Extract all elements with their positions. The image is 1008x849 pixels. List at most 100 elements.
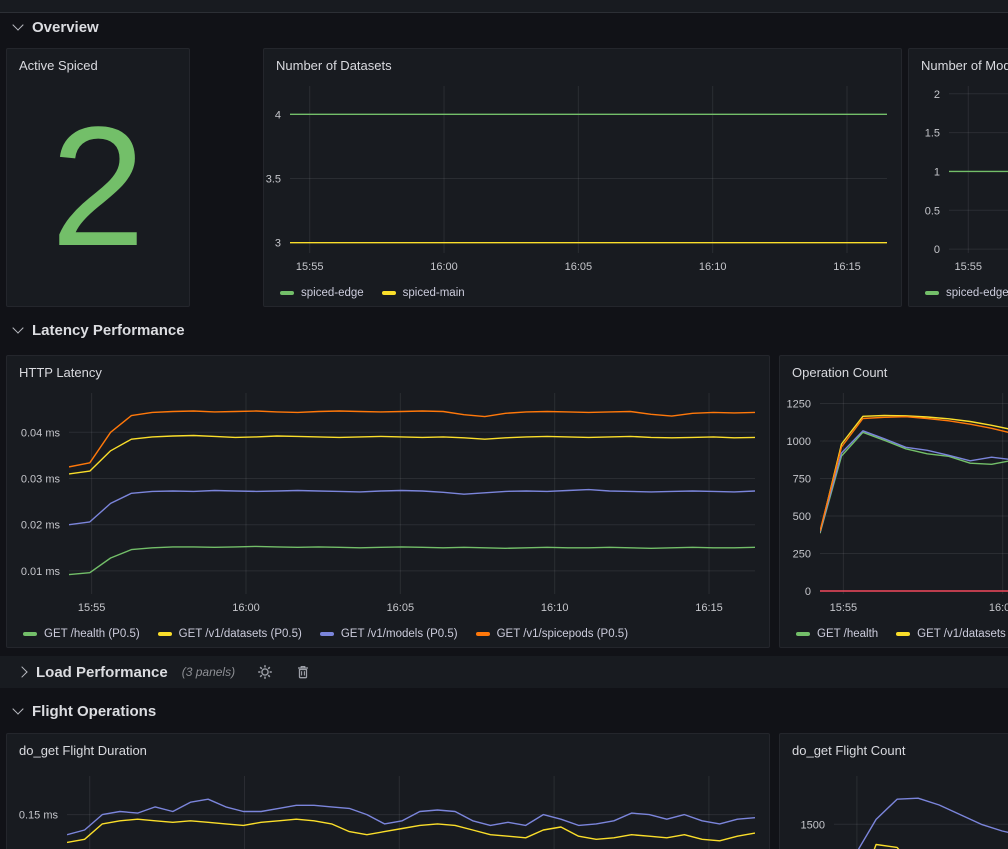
- line-chart[interactable]: 0.15 ms15:5516:0016:0516:1016:15: [7, 770, 769, 849]
- legend-swatch: [796, 632, 810, 636]
- legend-item[interactable]: GET /health (P0.5): [23, 628, 140, 640]
- series-line[interactable]: [69, 411, 755, 467]
- chart-legend: GET /health (P0.5) GET /v1/datasets (P0.5…: [7, 625, 769, 647]
- gear-icon[interactable]: [257, 664, 273, 680]
- series-line[interactable]: [67, 819, 755, 842]
- series-line[interactable]: [69, 489, 755, 524]
- series-line[interactable]: [69, 546, 755, 574]
- y-axis-tick-label: 250: [793, 548, 811, 560]
- y-axis-tick-label: 2: [934, 89, 940, 101]
- panel-http-latency: HTTP Latency 0.01 ms0.02 ms0.03 ms0.04 m…: [6, 355, 770, 648]
- chevron-down-icon: [12, 322, 23, 333]
- legend-label: spiced-edge: [301, 287, 364, 299]
- legend-item[interactable]: GET /health: [796, 628, 878, 640]
- series-line[interactable]: [834, 798, 1008, 849]
- y-axis-tick-label: 0.5: [925, 205, 940, 217]
- legend-item[interactable]: spiced-edge: [280, 287, 364, 299]
- legend-item[interactable]: GET /v1/datasets: [896, 628, 1006, 640]
- series-line[interactable]: [69, 435, 755, 473]
- section-header-overview[interactable]: Overview: [12, 16, 99, 38]
- line-chart[interactable]: 00.511.5215:5516:0016:0516:1016:15: [909, 80, 1008, 279]
- y-axis-tick-label: 0.03 ms: [21, 473, 61, 485]
- section-title: Load Performance: [36, 664, 168, 681]
- legend-swatch: [158, 632, 172, 636]
- x-axis-tick-label: 16:10: [699, 261, 727, 273]
- y-axis-tick-label: 750: [793, 473, 811, 485]
- x-axis-tick-label: 16:15: [695, 602, 723, 614]
- series-line[interactable]: [820, 431, 1008, 532]
- grafana-dashboard: Overview Active Spiced 2 Number of Datas…: [0, 0, 1008, 849]
- legend-swatch: [476, 632, 490, 636]
- y-axis-tick-label: 1: [934, 166, 940, 178]
- legend-swatch: [896, 632, 910, 636]
- chevron-down-icon: [12, 703, 23, 714]
- legend-item[interactable]: spiced-edge: [925, 287, 1008, 299]
- x-axis-tick-label: 16:00: [989, 602, 1008, 614]
- x-axis-tick-label: 16:05: [387, 602, 415, 614]
- y-axis-tick-label: 0: [934, 244, 940, 256]
- legend-label: GET /v1/datasets (P0.5): [179, 628, 302, 640]
- panel-title[interactable]: do_get Flight Count: [780, 734, 1008, 770]
- y-axis-tick-label: 0.15 ms: [19, 810, 59, 822]
- section-header-load-performance[interactable]: Load Performance (3 panels): [0, 656, 1008, 688]
- x-axis-tick-label: 16:00: [430, 261, 458, 273]
- line-chart[interactable]: 02505007501000125015:5516:0016:0516:1016…: [780, 387, 1008, 620]
- x-axis-tick-label: 15:55: [296, 261, 324, 273]
- x-axis-tick-label: 15:55: [830, 602, 858, 614]
- legend-label: GET /v1/datasets: [917, 628, 1006, 640]
- y-axis-tick-label: 0.02 ms: [21, 520, 61, 532]
- panel-title[interactable]: Operation Count: [780, 356, 1008, 387]
- x-axis-tick-label: 15:55: [955, 261, 983, 273]
- legend-swatch: [925, 291, 939, 295]
- section-title: Flight Operations: [32, 703, 156, 720]
- panel-title[interactable]: Active Spiced: [7, 49, 189, 85]
- x-axis-tick-label: 16:15: [833, 261, 861, 273]
- x-axis-tick-label: 15:55: [78, 602, 106, 614]
- panel-operation-count: Operation Count 02505007501000125015:551…: [779, 355, 1008, 648]
- series-line[interactable]: [820, 417, 1008, 531]
- chevron-down-icon: [12, 19, 23, 30]
- legend-label: GET /health: [817, 628, 878, 640]
- panel-count-label: (3 panels): [182, 665, 235, 679]
- legend-label: GET /v1/models (P0.5): [341, 628, 458, 640]
- panel-title[interactable]: Number of Datasets: [264, 49, 901, 80]
- section-header-flight-operations[interactable]: Flight Operations: [12, 700, 156, 722]
- legend-swatch: [320, 632, 334, 636]
- line-chart[interactable]: 0.01 ms0.02 ms0.03 ms0.04 ms15:5516:0016…: [7, 387, 769, 620]
- y-axis-tick-label: 500: [793, 511, 811, 523]
- series-line[interactable]: [820, 432, 1008, 533]
- x-axis-tick-label: 16:00: [232, 602, 260, 614]
- chart-legend: GET /health GET /v1/datasets: [780, 625, 1008, 647]
- panel-title[interactable]: HTTP Latency: [7, 356, 769, 387]
- line-chart[interactable]: 150015:5516:0016:0516:1016:15: [780, 770, 1008, 849]
- legend-item[interactable]: GET /v1/datasets (P0.5): [158, 628, 302, 640]
- trash-icon[interactable]: [295, 664, 311, 680]
- section-title: Latency Performance: [32, 322, 185, 339]
- y-axis-tick-label: 1000: [787, 436, 811, 448]
- section-title: Overview: [32, 19, 99, 36]
- legend-swatch: [23, 632, 37, 636]
- legend-item[interactable]: GET /v1/spicepods (P0.5): [476, 628, 628, 640]
- legend-swatch: [280, 291, 294, 295]
- series-line[interactable]: [67, 799, 755, 835]
- top-toolbar-edge: [0, 0, 1008, 13]
- panel-title[interactable]: do_get Flight Duration: [7, 734, 769, 770]
- legend-label: GET /v1/spicepods (P0.5): [497, 628, 628, 640]
- panel-flight-duration: do_get Flight Duration 0.15 ms15:5516:00…: [6, 733, 770, 849]
- section-header-latency-performance[interactable]: Latency Performance: [12, 319, 185, 341]
- legend-label: spiced-edge: [946, 287, 1008, 299]
- legend-label: GET /health (P0.5): [44, 628, 140, 640]
- panel-number-of-datasets: Number of Datasets 33.5415:5516:0016:051…: [263, 48, 902, 307]
- line-chart[interactable]: 33.5415:5516:0016:0516:1016:15: [264, 80, 901, 279]
- legend-swatch: [382, 291, 396, 295]
- legend-label: spiced-main: [403, 287, 465, 299]
- panel-active-spiced: Active Spiced 2: [6, 48, 190, 307]
- panel-title[interactable]: Number of Models: [909, 49, 1008, 80]
- series-line[interactable]: [820, 415, 1008, 532]
- y-axis-tick-label: 1250: [787, 398, 811, 410]
- y-axis-tick-label: 3.5: [266, 173, 281, 185]
- panel-number-of-models: Number of Models 00.511.5215:5516:0016:0…: [908, 48, 1008, 307]
- legend-item[interactable]: GET /v1/models (P0.5): [320, 628, 458, 640]
- legend-item[interactable]: spiced-main: [382, 287, 465, 299]
- chart-legend: spiced-edge spiced-main: [264, 284, 901, 306]
